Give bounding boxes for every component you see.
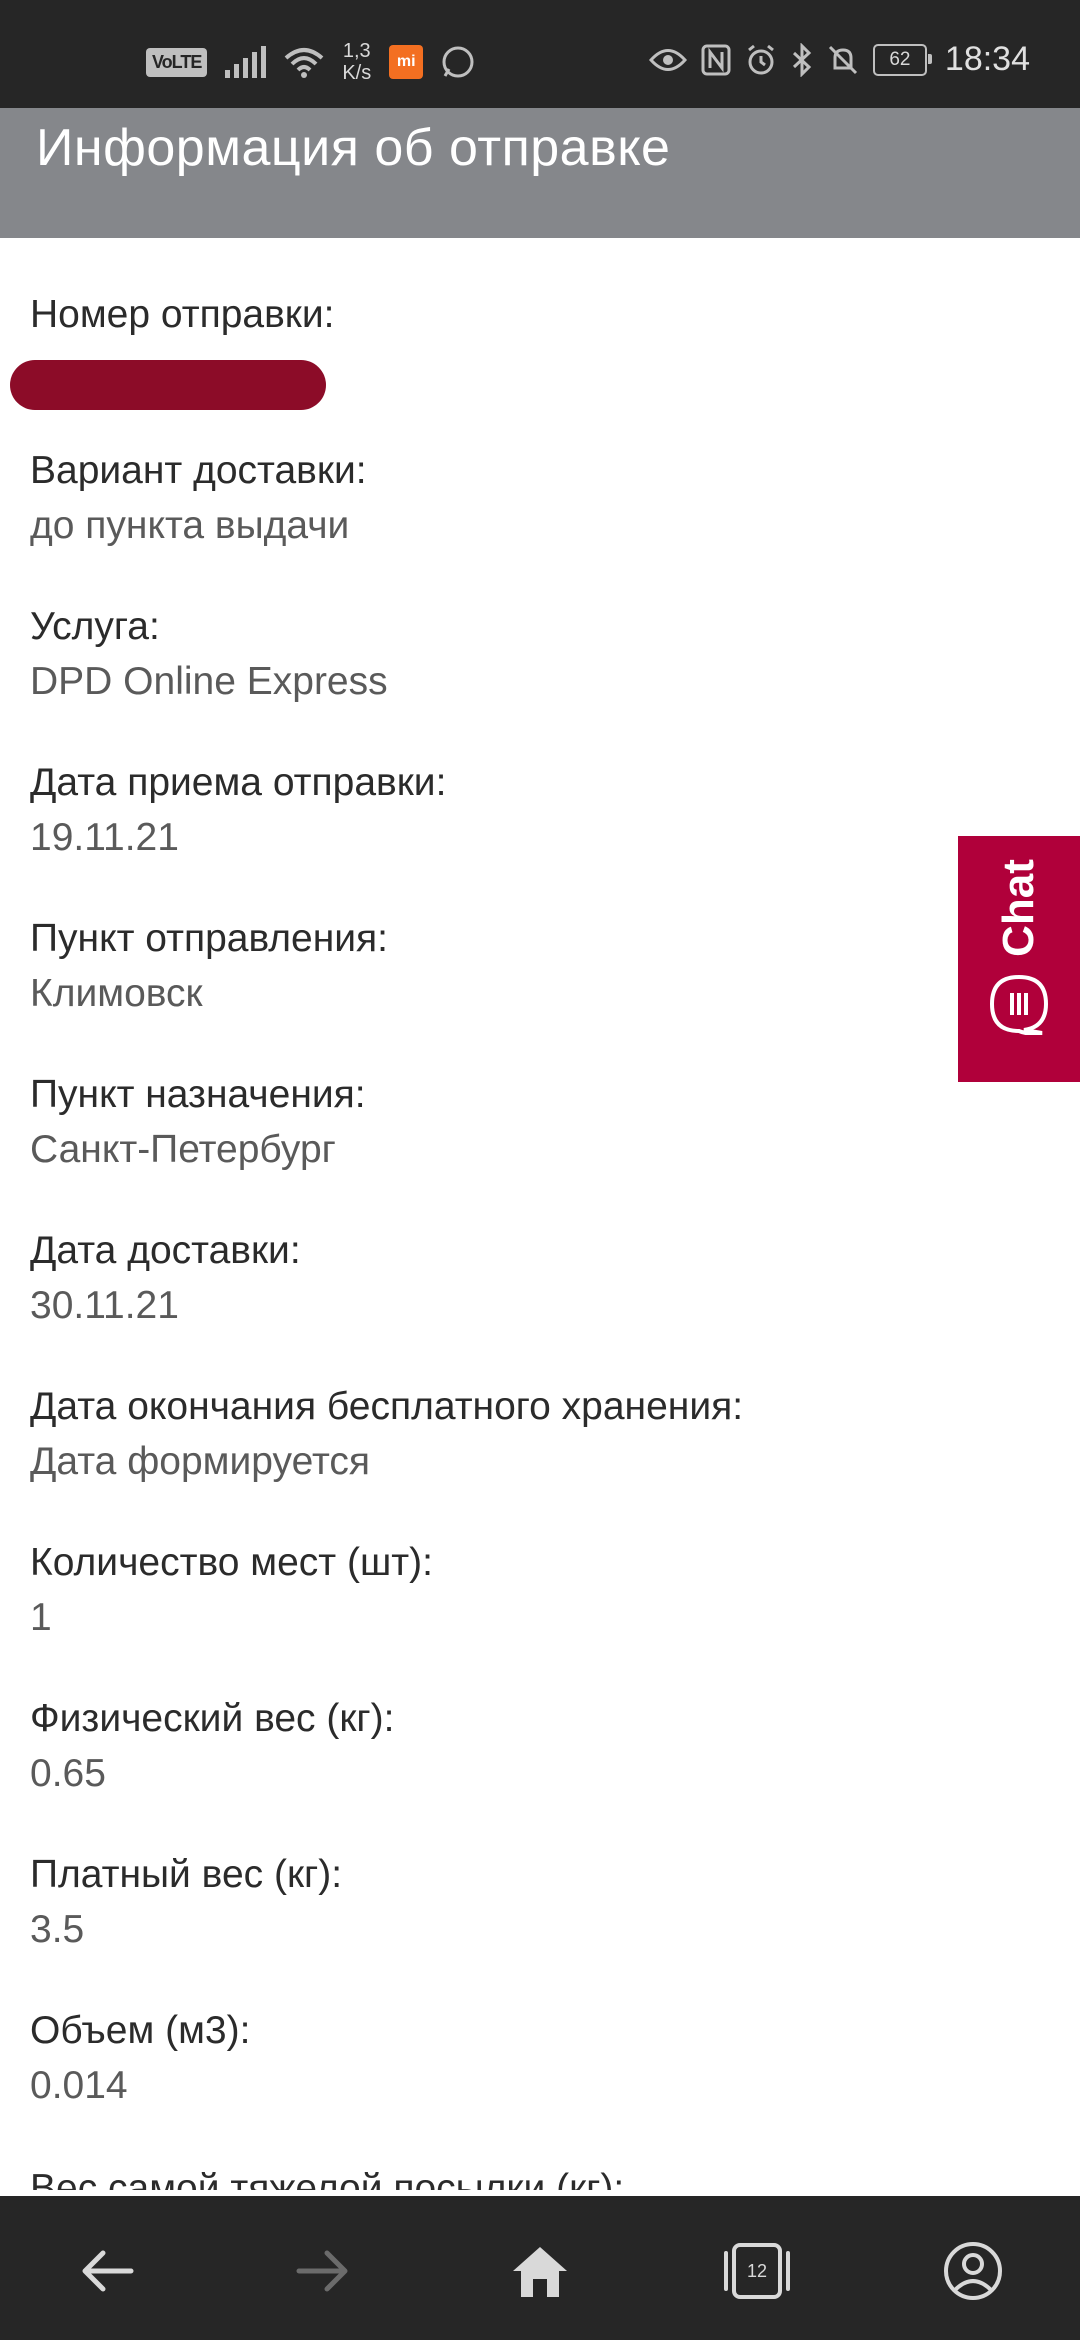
status-bar: VoLTE 1,3 K/s mi 62 18:34 (0, 0, 1080, 108)
field-delivery-option: Вариант доставки: до пункта выдачи (30, 446, 1030, 602)
field-label: Пункт отправления: (30, 917, 389, 960)
field-pieces-count: Количество мест (шт): 1 (30, 1538, 1030, 1694)
field-acceptance-date: Дата приема отправки: 19.11.21 (30, 758, 1030, 914)
field-value: 19.11.21 (30, 816, 179, 859)
wifi-icon (285, 48, 324, 78)
bluetooth-icon (792, 42, 812, 77)
network-speed: 1,3 K/s (342, 40, 372, 84)
browser-bottom-bar: 12 (0, 2196, 1080, 2340)
eye-icon (648, 48, 687, 71)
tabs-button[interactable]: 12 (722, 2236, 792, 2306)
chat-bubble-icon (989, 974, 1049, 1035)
field-value: Климовск (30, 972, 203, 1015)
field-label: Дата окончания бесплатного хранения: (30, 1385, 744, 1428)
battery-icon: 62 (872, 43, 932, 76)
mi-app-icon: mi (389, 45, 424, 79)
forward-button[interactable] (288, 2236, 358, 2306)
home-icon (513, 2247, 567, 2297)
field-label: Номер отправки: (30, 293, 335, 336)
profile-button[interactable] (938, 2236, 1008, 2306)
field-label: Физический вес (кг): (30, 1697, 395, 1740)
field-value: 30.11.21 (30, 1284, 179, 1327)
status-left: VoLTE 1,3 K/s mi (146, 40, 475, 84)
field-shipment-number: Номер отправки: (10, 290, 1030, 446)
field-value: 3.5 (30, 1908, 85, 1951)
field-destination: Пункт назначения: Санкт-Петербург (30, 1070, 1030, 1226)
back-button[interactable] (72, 2236, 142, 2306)
field-value: 0.014 (30, 2064, 128, 2107)
field-paid-weight: Платный вес (кг): 3.5 (30, 1850, 1030, 2006)
field-label: Пункт назначения: (30, 1073, 366, 1116)
chat-button[interactable]: Chat (958, 836, 1080, 1082)
field-label: Дата приема отправки: (30, 761, 447, 804)
mute-bell-icon (828, 45, 857, 74)
field-value: 1 (30, 1596, 52, 1639)
signal-icon (225, 46, 267, 78)
field-volume: Объем (м3): 0.014 (30, 2006, 1030, 2162)
field-label: Вариант доставки: (30, 449, 367, 492)
field-label: Платный вес (кг): (30, 1853, 343, 1896)
whatsapp-icon (442, 46, 474, 78)
page-title: Информация об отправке (36, 119, 671, 177)
arrow-left-icon (82, 2250, 134, 2292)
profile-icon (944, 2242, 1002, 2300)
tabs-count: 12 (746, 2260, 768, 2281)
field-delivery-date: Дата доставки: 30.11.21 (30, 1226, 1030, 1382)
field-value: Дата формируется (30, 1440, 371, 1483)
field-value: DPD Online Express (30, 660, 388, 703)
field-label: Количество мест (шт): (30, 1541, 433, 1584)
field-label: Объем (м3): (30, 2009, 251, 2052)
arrow-right-icon (296, 2250, 348, 2292)
status-time: 18:34 (944, 40, 1030, 78)
field-origin: Пункт отправления: Климовск (30, 914, 1030, 1070)
field-value: 0.65 (30, 1752, 106, 1795)
field-value: до пункта выдачи (30, 504, 350, 547)
nfc-icon (701, 44, 731, 75)
field-value: Санкт-Петербург (30, 1128, 336, 1171)
field-physical-weight: Физический вес (кг): 0.65 (30, 1694, 1030, 1850)
redacted-value (10, 360, 326, 410)
field-service: Услуга: DPD Online Express (30, 602, 1030, 758)
page-header: Информация об отправке (0, 108, 1080, 238)
chat-label: Chat (994, 859, 1043, 957)
shipment-info-list: Номер отправки: Вариант доставки: до пун… (10, 290, 1030, 2162)
status-right: 62 18:34 (648, 40, 1030, 79)
field-free-storage-end: Дата окончания бесплатного хранения: Дат… (30, 1382, 1030, 1538)
field-label: Дата доставки: (30, 1229, 301, 1272)
volte-icon: VoLTE (146, 47, 208, 77)
alarm-icon (747, 44, 774, 74)
field-label: Услуга: (30, 605, 160, 648)
field-heaviest-parcel-label: Вес самой тяжелой посылки (кг): (30, 2167, 625, 2190)
home-button[interactable] (505, 2236, 575, 2306)
